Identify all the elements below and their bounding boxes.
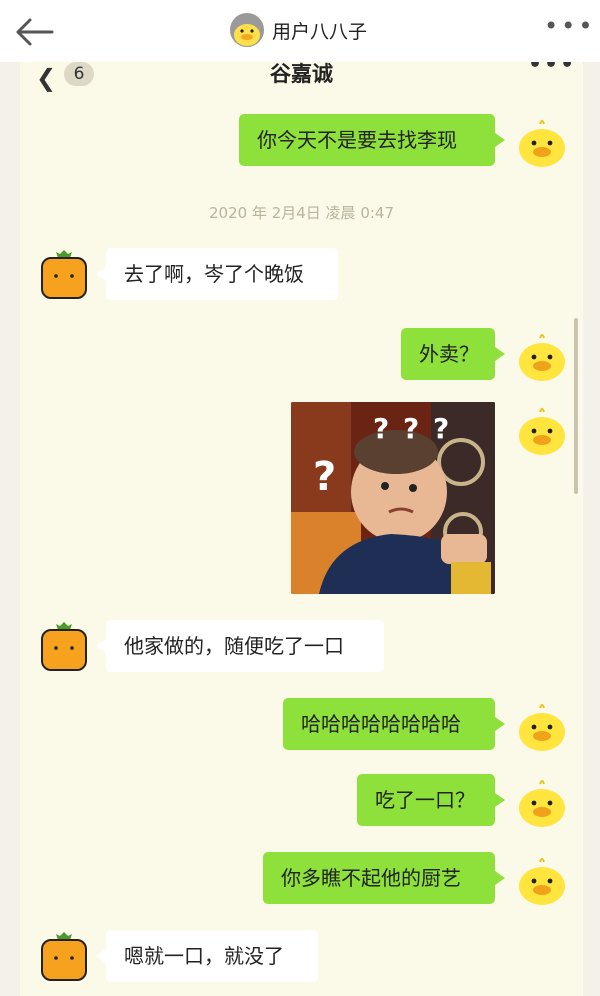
chat-header: 谷嘉诚 ❮ 6 ••• — [20, 62, 583, 106]
duck-avatar-icon[interactable] — [516, 118, 568, 170]
scrollbar[interactable] — [574, 318, 578, 494]
orange-avatar-icon[interactable] — [38, 930, 90, 982]
message-text: 你多瞧不起他的厨艺 — [281, 866, 461, 890]
message-text: 外卖？ — [419, 342, 479, 366]
header-title: 用户八八子 — [272, 21, 368, 43]
message-text: 吃了一口？ — [375, 788, 475, 812]
avatar[interactable] — [230, 13, 264, 47]
message-timestamp: 2020 年 2月4日 凌晨 0:47 — [208, 204, 395, 222]
sticker-image[interactable]: ? ? ? ? — [291, 402, 495, 594]
message-bubble-sent[interactable]: 吃了一口？ — [357, 774, 505, 826]
message-text: 你今天不是要去找李现 — [257, 128, 457, 152]
duck-avatar-icon[interactable] — [516, 702, 568, 754]
message-bubble-received[interactable]: 他家做的，随便吃了一口 — [96, 620, 384, 672]
more-dots-icon[interactable]: ••• — [544, 12, 595, 40]
duck-avatar-icon[interactable] — [516, 856, 568, 908]
chat-title: 谷嘉诚 — [270, 62, 333, 86]
message-bubble-sent[interactable]: 外卖？ — [401, 328, 505, 380]
chat-screen: 谷嘉诚 ❮ 6 ••• 你今天不是要去找李现 2020 年 2月4日 凌晨 0:… — [20, 62, 583, 996]
message-text: 嗯就一口，就没了 — [124, 944, 284, 968]
chat-more-icon[interactable]: ••• — [528, 62, 576, 77]
duck-avatar-icon[interactable] — [516, 332, 568, 384]
message-bubble-sent[interactable]: 你多瞧不起他的厨艺 — [263, 852, 505, 904]
message-bubble-received[interactable]: 去了啊，岑了个晚饭 — [96, 248, 338, 300]
orange-avatar-icon[interactable] — [38, 248, 90, 300]
orange-avatar-icon[interactable] — [38, 620, 90, 672]
message-text: 哈哈哈哈哈哈哈哈 — [301, 712, 461, 736]
message-text: 他家做的，随便吃了一口 — [124, 634, 344, 658]
question-mark-icon: ? — [313, 454, 337, 500]
arrow-left-icon[interactable] — [12, 12, 56, 52]
sticker-caption: ? ? ? — [373, 412, 452, 445]
chevron-left-icon[interactable]: ❮ — [36, 64, 56, 92]
duck-avatar-icon[interactable] — [516, 406, 568, 458]
app-header: 用户八八子 ••• — [0, 0, 600, 62]
duck-avatar-icon[interactable] — [516, 778, 568, 830]
message-text: 去了啊，岑了个晚饭 — [124, 262, 304, 286]
unread-count-badge: 6 — [64, 62, 94, 86]
message-bubble-received[interactable]: 嗯就一口，就没了 — [96, 930, 318, 982]
message-bubble-sent[interactable]: 哈哈哈哈哈哈哈哈 — [283, 698, 505, 750]
message-bubble-sent[interactable]: 你今天不是要去找李现 — [239, 114, 505, 166]
